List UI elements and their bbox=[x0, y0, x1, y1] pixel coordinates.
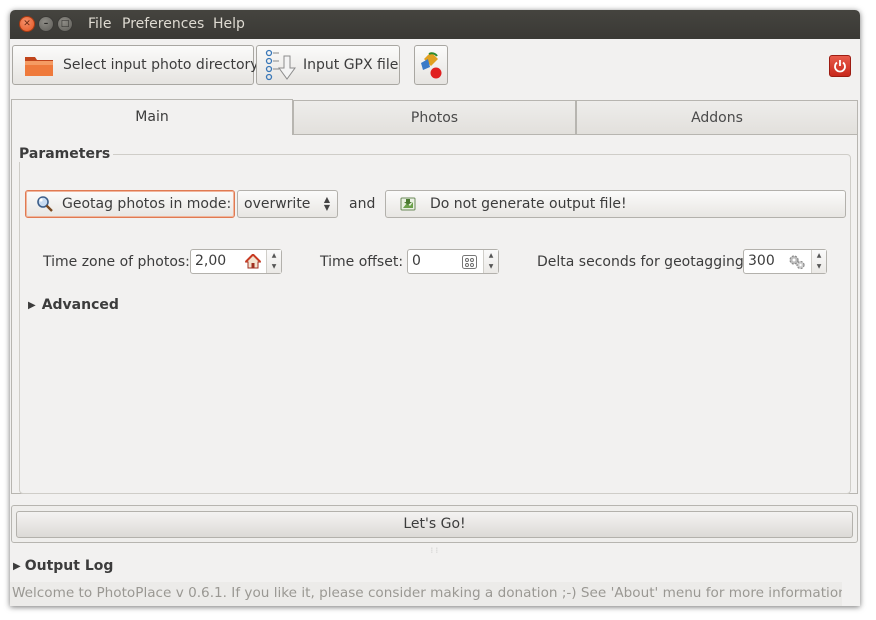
window-close-button[interactable]: ✕ bbox=[19, 16, 35, 32]
mode-select-value: overwrite bbox=[244, 196, 311, 212]
app-window: ✕ – □ File Preferences Help Select input… bbox=[10, 10, 860, 606]
advanced-label: Advanced bbox=[41, 297, 119, 313]
home-icon bbox=[244, 253, 262, 273]
magnifier-geotag-icon bbox=[36, 195, 54, 213]
time-offset-label: Time offset: bbox=[320, 254, 404, 270]
record-gear-icon bbox=[418, 49, 444, 81]
time-offset-spinner[interactable]: 0 ▲ ▼ bbox=[407, 249, 499, 274]
timezone-spinner[interactable]: 2,00 ▲ ▼ bbox=[190, 249, 282, 274]
output-log-expander[interactable]: ▶ Output Log bbox=[13, 556, 113, 576]
status-message: Welcome to PhotoPlace v 0.6.1. If you li… bbox=[12, 585, 847, 601]
input-gpx-file-button[interactable]: Input GPX file bbox=[256, 45, 400, 85]
output-file-button[interactable]: Do not generate output file! bbox=[385, 190, 846, 218]
geotag-mode-button[interactable]: Geotag photos in mode: bbox=[25, 190, 235, 218]
delta-seconds-stepper-arrows[interactable]: ▲ ▼ bbox=[811, 250, 826, 273]
menu-file[interactable]: File bbox=[88, 16, 111, 32]
clock-grid-icon bbox=[462, 255, 477, 273]
pane-resize-handle[interactable]: ⋮⋮ bbox=[429, 548, 440, 554]
lets-go-label: Let's Go! bbox=[403, 516, 466, 532]
menu-preferences[interactable]: Preferences bbox=[122, 16, 204, 32]
folder-icon bbox=[24, 53, 54, 77]
parameters-title: Parameters bbox=[19, 146, 114, 162]
image-download-icon bbox=[400, 196, 416, 212]
input-gpx-file-label: Input GPX file bbox=[303, 57, 399, 73]
tab-main[interactable]: Main bbox=[11, 99, 293, 135]
mode-select[interactable]: overwrite ▲ ▼ bbox=[237, 190, 338, 218]
delta-seconds-spinner[interactable]: 300 ▲ ▼ bbox=[743, 249, 827, 274]
expander-arrow-icon: ▶ bbox=[13, 560, 21, 572]
select-photo-directory-label: Select input photo directory bbox=[63, 57, 259, 73]
tab-photos[interactable]: Photos bbox=[293, 100, 576, 134]
and-label: and bbox=[349, 196, 376, 212]
window-maximize-button[interactable]: □ bbox=[57, 16, 73, 32]
window-minimize-button[interactable]: – bbox=[38, 16, 54, 32]
timezone-value: 2,00 bbox=[195, 253, 227, 269]
time-offset-stepper-arrows[interactable]: ▲ ▼ bbox=[483, 250, 498, 273]
timezone-stepper-arrows[interactable]: ▲ ▼ bbox=[266, 250, 281, 273]
expander-arrow-icon: ▶ bbox=[28, 299, 36, 311]
status-resize-grip[interactable] bbox=[842, 582, 860, 606]
gears-icon bbox=[788, 254, 806, 274]
delta-seconds-value: 300 bbox=[748, 253, 775, 269]
power-quit-button[interactable] bbox=[829, 55, 851, 77]
power-icon bbox=[832, 58, 848, 78]
record-action-button[interactable] bbox=[414, 45, 448, 85]
select-photo-directory-button[interactable]: Select input photo directory bbox=[12, 45, 259, 85]
menu-help[interactable]: Help bbox=[213, 16, 245, 32]
output-log-label: Output Log bbox=[24, 558, 114, 574]
main-tab-panel: Parameters Geotag photos in mode: overwr… bbox=[11, 134, 858, 494]
output-file-label: Do not generate output file! bbox=[430, 196, 627, 212]
geotag-mode-label: Geotag photos in mode: bbox=[62, 196, 232, 212]
status-bar: Welcome to PhotoPlace v 0.6.1. If you li… bbox=[10, 582, 847, 606]
delta-seconds-label: Delta seconds for geotagging: bbox=[537, 254, 749, 270]
time-offset-value: 0 bbox=[412, 253, 421, 269]
advanced-expander[interactable]: ▶ Advanced bbox=[28, 295, 119, 315]
tab-addons[interactable]: Addons bbox=[576, 100, 858, 134]
timezone-label: Time zone of photos: bbox=[43, 254, 190, 270]
menubar: ✕ – □ File Preferences Help bbox=[10, 10, 860, 39]
updown-chevron-icon: ▲ ▼ bbox=[323, 195, 330, 212]
gpx-import-icon bbox=[265, 48, 297, 82]
lets-go-button[interactable]: Let's Go! bbox=[16, 511, 853, 538]
